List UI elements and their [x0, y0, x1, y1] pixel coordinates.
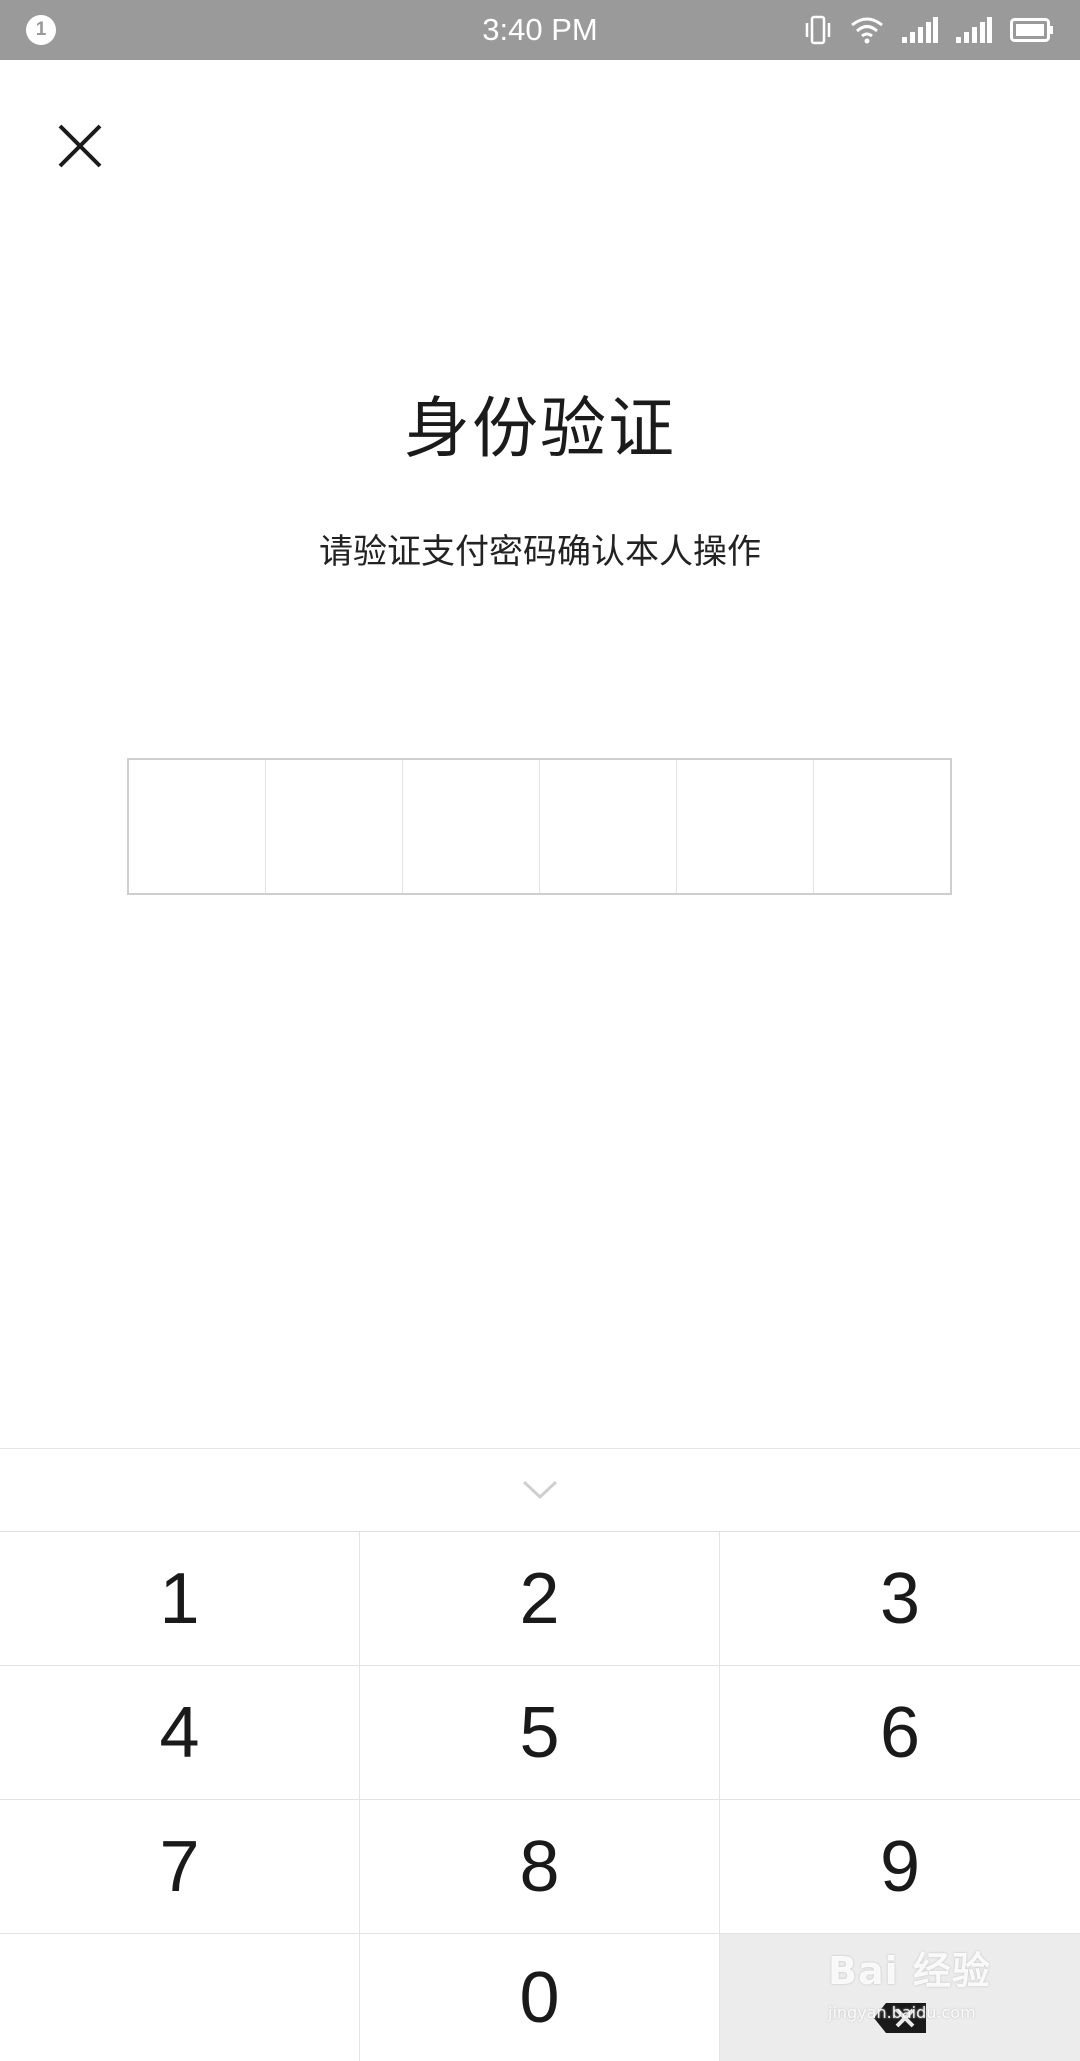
pin-digit-slot	[266, 760, 403, 893]
key-4[interactable]: 4	[0, 1666, 360, 1800]
page-title: 身份验证	[404, 390, 676, 467]
key-3[interactable]: 3	[720, 1532, 1080, 1666]
pin-input[interactable]	[127, 758, 952, 895]
watermark-url: jingyan.baidu.com	[828, 2003, 976, 2022]
status-bar: 1 3:40 PM	[0, 0, 1080, 60]
watermark: Bai 经验 jingyan.baidu.com	[828, 1940, 1058, 2040]
key-5[interactable]: 5	[360, 1666, 720, 1800]
signal-2-icon	[956, 17, 992, 43]
signal-1-icon	[902, 17, 938, 43]
key-9[interactable]: 9	[720, 1800, 1080, 1934]
key-8[interactable]: 8	[360, 1800, 720, 1934]
key-7[interactable]: 7	[0, 1800, 360, 1934]
pin-digit-slot	[403, 760, 540, 893]
key-blank	[0, 1934, 360, 2061]
close-button[interactable]	[52, 118, 108, 174]
vibrate-icon	[805, 15, 831, 45]
pin-digit-slot	[129, 760, 266, 893]
key-6[interactable]: 6	[720, 1666, 1080, 1800]
close-icon	[58, 124, 102, 168]
key-0[interactable]: 0	[360, 1934, 720, 2061]
chevron-down-icon	[522, 1480, 558, 1500]
key-1[interactable]: 1	[0, 1532, 360, 1666]
watermark-brand: Bai 经验	[828, 1949, 991, 1993]
wifi-icon	[851, 17, 883, 44]
status-icons	[804, 12, 1054, 48]
pin-digit-slot	[677, 760, 814, 893]
pin-digit-slot	[814, 760, 950, 893]
page-subtitle: 请验证支付密码确认本人操作	[319, 532, 761, 572]
battery-icon	[1010, 18, 1053, 42]
keyboard-collapse-button[interactable]	[0, 1448, 1080, 1532]
pin-digit-slot	[540, 760, 677, 893]
key-2[interactable]: 2	[360, 1532, 720, 1666]
